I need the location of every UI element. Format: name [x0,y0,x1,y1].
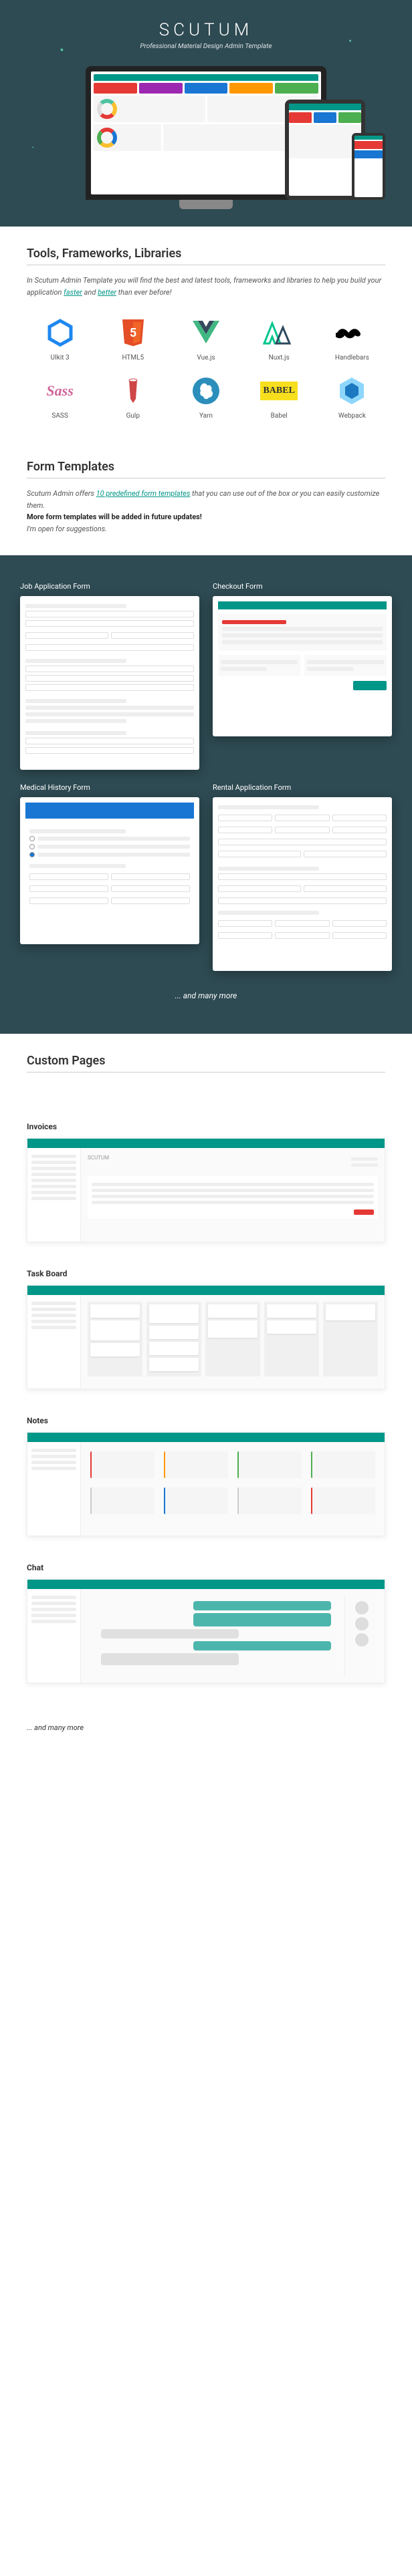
vue-icon [190,317,222,349]
gulp-icon [117,375,149,407]
tech-uikit: UIkit 3 [27,317,93,362]
tech-gulp: Gulp [100,375,166,420]
form-checkout: Checkout Form [213,582,392,770]
custom-chat: Chat [27,1563,385,1683]
forms-section: Form Templates Scutum Admin offers 10 pr… [0,440,412,555]
chat-preview [27,1579,385,1683]
tools-intro: In Scutum Admin Template you will find t… [27,275,385,298]
custom-taskboard: Task Board [27,1269,385,1389]
tools-section: Tools, Frameworks, Libraries In Scutum A… [0,227,412,440]
html5-icon: 5 [117,317,149,349]
tech-babel: BABEL Babel [246,375,312,420]
tech-html5: 5 HTML5 [100,317,166,362]
uikit-icon [44,317,76,349]
sass-icon: Sass [44,375,76,407]
custom-heading: Custom Pages [27,1054,385,1068]
babel-icon: BABEL [263,375,295,407]
form-rental: Rental Application Form [213,783,392,971]
taskboard-preview [27,1285,385,1389]
form-job-application: Job Application Form [20,582,199,770]
form-preview-medical [20,797,199,944]
tech-vue: Vue.js [173,317,239,362]
phone-mockup [352,133,385,200]
forms-intro: Scutum Admin offers 10 predefined form t… [27,488,385,535]
tech-handlebars: Handlebars [319,317,385,362]
tech-webpack: Webpack [319,375,385,420]
forms-preview-section: Job Application Form Checkout Form [0,555,412,1034]
custom-invoices: Invoices SCUTUM [27,1122,385,1242]
tools-heading: Tools, Frameworks, Libraries [27,247,385,261]
tech-grid: UIkit 3 5 HTML5 Vue.js Nuxt.js Handlebar… [27,317,385,420]
nuxt-icon [263,317,295,349]
hero-title: SCUTUM [13,20,399,40]
custom-section: Custom Pages [0,1034,412,1102]
tech-nuxt: Nuxt.js [246,317,312,362]
device-mockups [13,66,399,200]
form-preview-job [20,596,199,770]
handlebars-icon [336,317,368,349]
svg-text:5: 5 [130,326,136,340]
custom-more: ... and many more [0,1717,412,1759]
webpack-icon [336,375,368,407]
custom-notes: Notes [27,1416,385,1536]
notes-preview [27,1432,385,1536]
forms-more: ... and many more [20,991,392,1000]
form-medical: Medical History Form [20,783,199,971]
yarn-icon [190,375,222,407]
hero-section: SCUTUM Professional Material Design Admi… [0,0,412,227]
tech-sass: Sass SASS [27,375,93,420]
hero-subtitle: Professional Material Design Admin Templ… [13,43,399,50]
form-preview-checkout [213,596,392,736]
forms-heading: Form Templates [27,460,385,474]
form-preview-rental [213,797,392,971]
invoices-preview: SCUTUM [27,1138,385,1242]
tech-yarn: Yarn [173,375,239,420]
